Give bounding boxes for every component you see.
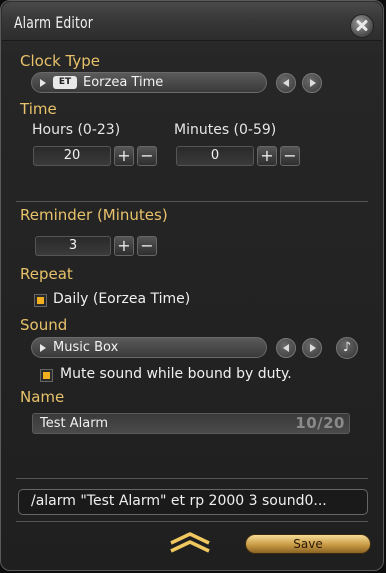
divider — [16, 521, 368, 522]
dropdown-arrow-icon — [40, 344, 46, 352]
name-value: Test Alarm — [40, 416, 108, 431]
sound-value: Music Box — [53, 340, 119, 355]
chevron-right-icon — [310, 344, 316, 352]
sound-label: Sound — [20, 316, 68, 334]
music-note-icon[interactable]: ♪ — [336, 337, 358, 359]
minutes-label: Minutes (0-59) — [174, 122, 277, 138]
sound-prev-button[interactable] — [276, 338, 296, 358]
mute-sound-label: Mute sound while bound by duty. — [60, 366, 292, 382]
mute-sound-checkbox[interactable] — [40, 369, 53, 382]
hours-label: Hours (0-23) — [32, 122, 121, 138]
minutes-increment-button[interactable]: + — [257, 146, 277, 166]
reminder-input[interactable]: 3 — [35, 236, 111, 256]
divider — [16, 478, 368, 479]
command-text-field[interactable]: /alarm "Test Alarm" et rp 2000 3 sound0.… — [18, 489, 368, 515]
repeat-label: Repeat — [20, 265, 73, 283]
clock-type-label: Clock Type — [20, 52, 100, 70]
chevron-left-icon — [283, 79, 289, 87]
title-bar: Alarm Editor — [2, 2, 382, 41]
divider — [16, 201, 368, 202]
hours-decrement-button[interactable]: − — [137, 146, 157, 166]
minutes-decrement-button[interactable]: − — [280, 146, 300, 166]
chevron-left-icon — [283, 344, 289, 352]
chevron-right-icon — [310, 79, 316, 87]
name-label: Name — [20, 388, 65, 406]
dropdown-arrow-icon — [40, 79, 46, 87]
name-input[interactable]: Test Alarm 10/20 — [32, 413, 350, 434]
reminder-increment-button[interactable]: + — [114, 236, 134, 256]
command-text: /alarm "Test Alarm" et rp 2000 3 sound0.… — [31, 493, 327, 509]
clock-type-dropdown[interactable]: ET Eorzea Time — [31, 72, 267, 93]
clock-type-next-button[interactable] — [302, 73, 322, 93]
collapse-chevrons-icon[interactable] — [168, 531, 212, 553]
close-icon[interactable] — [350, 14, 374, 38]
clock-type-value: Eorzea Time — [83, 75, 164, 90]
reminder-label: Reminder (Minutes) — [20, 206, 168, 224]
name-char-count: 10/20 — [295, 414, 345, 432]
minutes-input[interactable]: 0 — [176, 146, 254, 166]
time-label: Time — [20, 100, 57, 118]
hours-input[interactable]: 20 — [33, 146, 111, 166]
repeat-daily-label: Daily (Eorzea Time) — [53, 291, 191, 307]
repeat-daily-checkbox[interactable] — [34, 294, 47, 307]
sound-dropdown[interactable]: Music Box — [31, 337, 267, 358]
window-title: Alarm Editor — [14, 13, 94, 32]
hours-increment-button[interactable]: + — [114, 146, 134, 166]
save-button[interactable]: Save — [245, 534, 371, 554]
clock-type-prev-button[interactable] — [276, 73, 296, 93]
et-badge: ET — [53, 76, 77, 89]
sound-next-button[interactable] — [302, 338, 322, 358]
reminder-decrement-button[interactable]: − — [137, 236, 157, 256]
